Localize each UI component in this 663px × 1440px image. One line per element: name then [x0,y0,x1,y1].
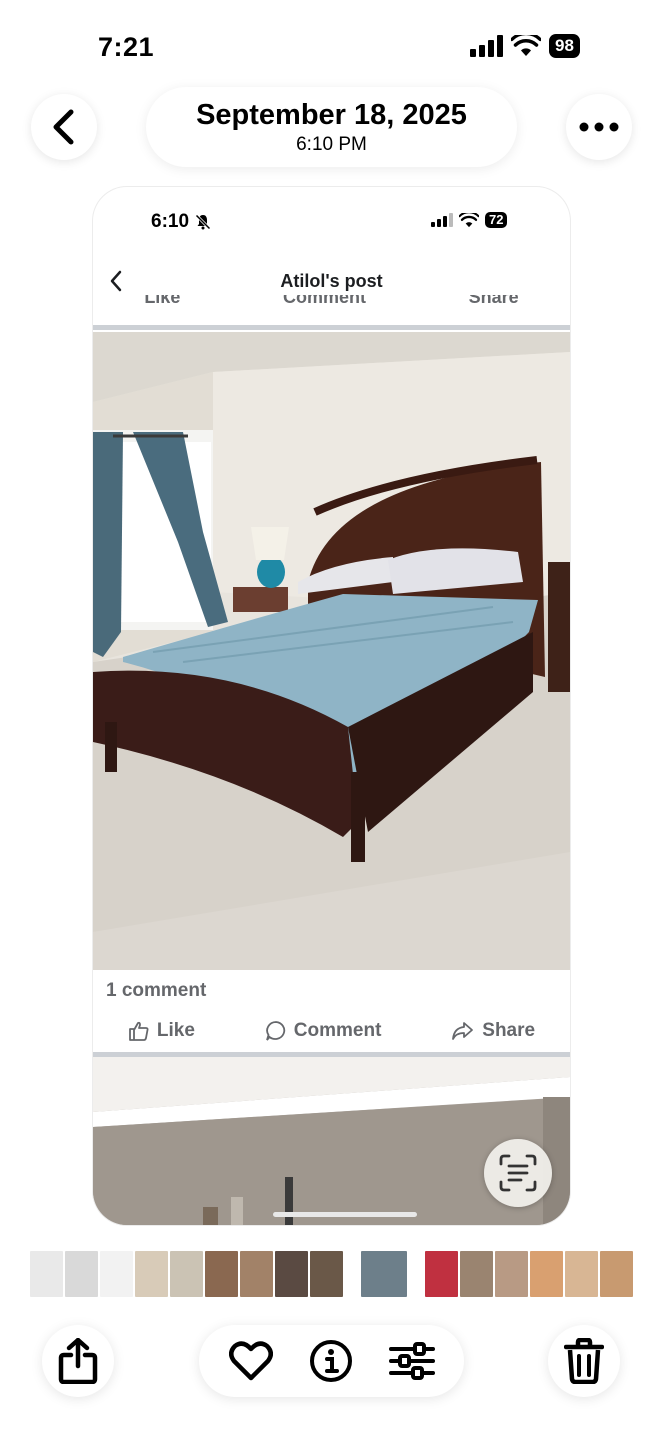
status-icons: 98 [470,34,580,58]
like-button[interactable]: Like [128,1020,195,1042]
like-label: Like [156,1020,195,1041]
thumbnail[interactable] [310,1251,343,1297]
sliders-icon [388,1342,435,1380]
inner-battery-icon: 72 [485,212,508,228]
share-arrow-icon [452,1022,474,1040]
live-text-button[interactable] [484,1139,552,1207]
thumbnail[interactable] [345,1251,351,1297]
share-label: Share [482,1020,536,1041]
trash-icon [564,1338,604,1384]
wifi-icon [511,35,541,56]
thumbnail[interactable] [100,1251,133,1297]
comment-count[interactable]: 1 comment [106,980,206,1002]
info-icon [310,1340,353,1382]
heart-icon [229,1341,274,1381]
thumbnail[interactable] [600,1251,633,1297]
speech-bubble-icon [265,1021,285,1041]
thumbnail[interactable] [565,1251,598,1297]
date-header: September 18, 2025 6:10 PM [146,87,517,167]
inner-signal-icon [431,213,453,227]
thumbnail[interactable] [240,1251,273,1297]
inner-status-icons: 72 [431,212,508,228]
post-photo[interactable] [93,332,570,970]
feed-divider [93,325,570,330]
home-indicator [273,1212,417,1217]
thumbnail-strip[interactable] [30,1251,633,1297]
battery-icon: 98 [549,34,580,58]
ghost-comment: Comment [282,295,366,307]
info-button[interactable] [303,1333,359,1389]
thumbnail[interactable] [205,1251,238,1297]
ghost-share: Share [468,295,519,307]
live-text-icon [499,1154,537,1192]
comment-label: Comment [293,1020,382,1041]
date-time: 6:10 PM [296,133,367,155]
ghost-like: Like [144,295,181,307]
screenshot-preview[interactable]: 6:10 72 Atilol's post Like Comment Share [93,187,570,1225]
comment-button[interactable]: Comment [265,1020,382,1042]
share-icon [58,1338,98,1384]
status-time: 7:21 [98,32,155,62]
thumbnail[interactable] [460,1251,493,1297]
thumbs-up-icon [129,1021,149,1041]
thumbnail[interactable] [495,1251,528,1297]
thumbnail[interactable] [30,1251,63,1297]
inner-wifi-icon [459,212,479,227]
thumbnail[interactable] [425,1251,458,1297]
cellular-signal-icon [470,35,503,57]
date-title: September 18, 2025 [196,98,467,131]
bell-slash-icon [195,214,211,230]
post-title: Atilol's post [280,271,383,291]
inner-status-time: 6:10 [151,211,211,233]
thumbnail[interactable] [275,1251,308,1297]
thumbnail[interactable] [417,1251,423,1297]
cut-off-action-row: Like Comment Share [93,295,570,317]
adjust-button[interactable] [384,1333,440,1389]
inner-time-text: 6:10 [151,211,190,232]
post-actions: Like Comment Share [93,1017,570,1045]
share-button[interactable]: Share [451,1020,535,1042]
photo-tools [199,1325,464,1397]
more-button[interactable] [566,94,632,160]
thumbnail[interactable] [530,1251,563,1297]
thumbnail[interactable] [170,1251,203,1297]
thumbnail[interactable] [65,1251,98,1297]
chevron-left-icon [53,109,74,145]
back-button[interactable] [31,94,97,160]
favorite-button[interactable] [223,1333,279,1389]
thumbnail-selected[interactable] [361,1251,407,1297]
share-button[interactable] [42,1325,114,1397]
ellipsis-icon [579,122,619,132]
delete-button[interactable] [548,1325,620,1397]
thumbnail[interactable] [135,1251,168,1297]
